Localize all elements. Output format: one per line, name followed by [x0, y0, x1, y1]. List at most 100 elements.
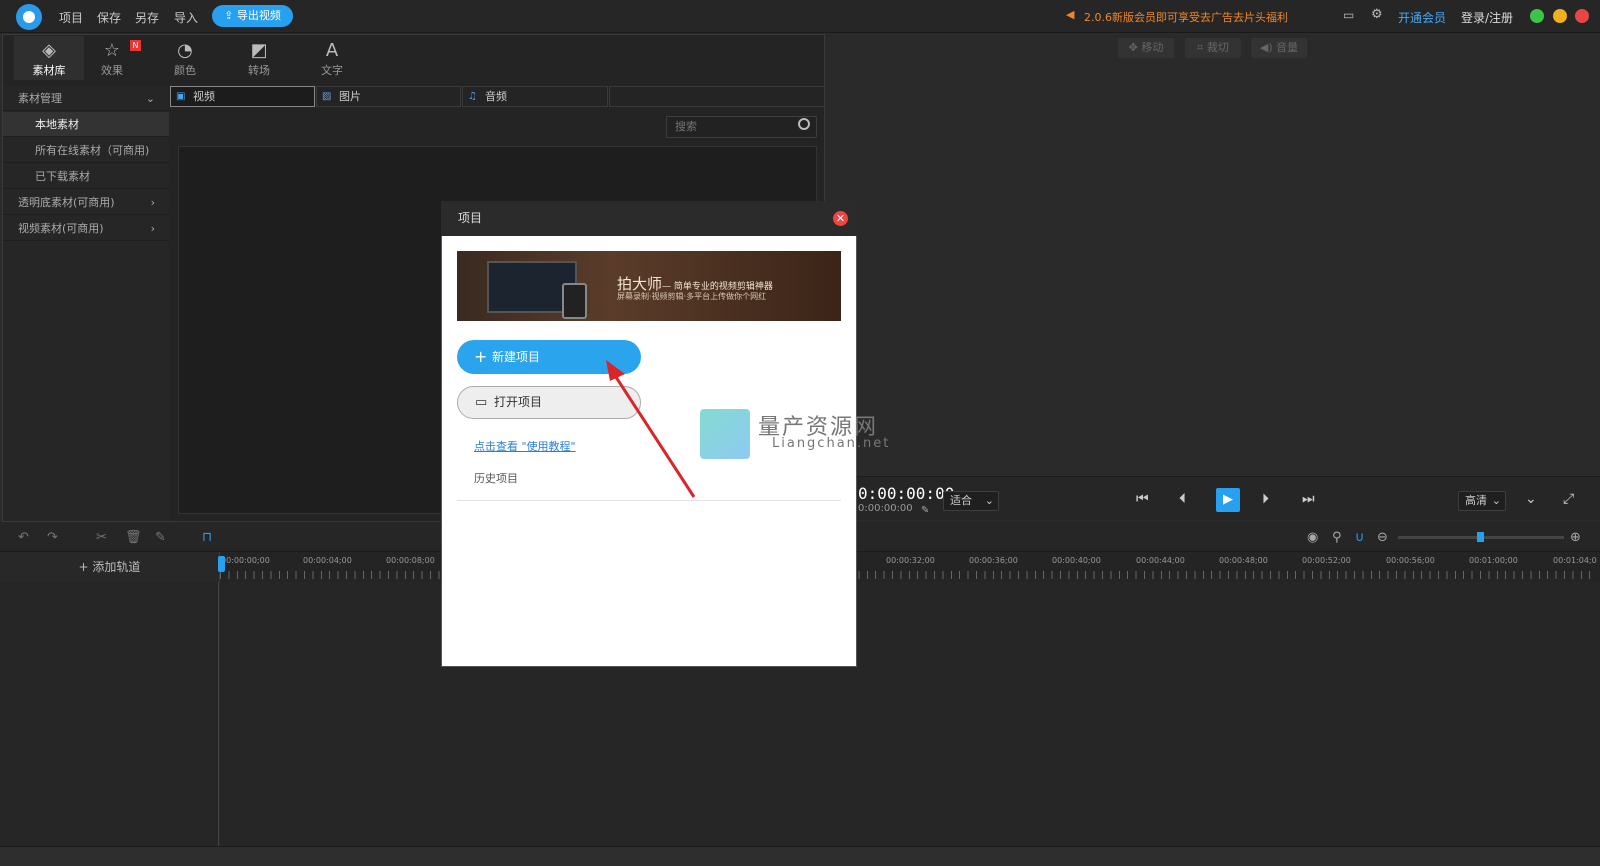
skip-end-icon[interactable]: ⏭ [1302, 491, 1315, 507]
plus-icon: + [474, 347, 488, 366]
move-button[interactable]: ✥ 移动 [1118, 38, 1174, 58]
image-icon: ▨ [322, 91, 332, 102]
minimize-button[interactable] [1553, 9, 1567, 23]
volume-icon: ◀) [1259, 41, 1277, 54]
edit-time-icon[interactable]: ✎ [921, 505, 929, 516]
vip-link[interactable]: 开通会员 [1398, 9, 1446, 26]
gear-icon[interactable]: ⚙ [1371, 7, 1383, 22]
add-track-button[interactable]: + 添加轨道 [0, 552, 220, 582]
chevron-right-icon: › [150, 222, 155, 235]
ruler-tick-label: 00:00:04;00 [303, 556, 352, 565]
step-back-icon[interactable]: ⏴ [1179, 491, 1186, 507]
category-local[interactable]: 本地素材 [3, 112, 169, 137]
ruler-tick-label: 00:00:44;00 [1136, 556, 1185, 565]
new-project-button[interactable]: + 新建项目 [457, 340, 641, 374]
tab-text[interactable]: A 文字 [304, 40, 360, 78]
ruler-tick-label: 00:01:04;0 [1553, 556, 1597, 565]
move-icon: ✥ [1128, 41, 1142, 54]
undo-icon[interactable]: ↶ [18, 530, 29, 545]
delete-icon[interactable]: 🗑 [125, 530, 142, 545]
skip-start-icon[interactable]: ⏮ [1136, 491, 1149, 507]
dialog-title: 项目 [441, 201, 857, 236]
screenshot-icon[interactable]: ◉ [1307, 530, 1318, 545]
volume-button[interactable]: ◀) 音量 [1251, 38, 1307, 58]
track-header-area [0, 582, 219, 846]
cut-icon[interactable]: ✂ [96, 530, 107, 545]
timeline-tracks [220, 582, 1600, 846]
promo-banner-text[interactable]: 2.0.6新版会员即可享受去广告去片头福利 [1084, 9, 1288, 25]
category-transparent[interactable]: 透明底素材(可商用) › [3, 190, 169, 215]
quality-select[interactable]: 高清 ⌄ [1458, 491, 1506, 511]
ruler-tick-label: 00:00:48;00 [1219, 556, 1268, 565]
music-icon: ♫ [468, 91, 477, 102]
category-video[interactable]: 视频素材(可商用) › [3, 216, 169, 241]
open-project-button[interactable]: ▭ 打开项目 [457, 386, 641, 419]
edit-icon[interactable]: ✎ [155, 530, 166, 545]
tab-color[interactable]: ◔ 颜色 [157, 40, 213, 78]
search-input[interactable] [666, 116, 817, 138]
ruler-tick-label: 00:00:56;00 [1386, 556, 1435, 565]
playhead[interactable] [218, 556, 225, 572]
dialog-close-button[interactable]: ✕ [833, 211, 848, 226]
tab-transition[interactable]: ◩ 转场 [231, 40, 287, 78]
fullscreen-icon[interactable]: ⤢ [1563, 491, 1574, 507]
step-forward-icon[interactable]: ⏵ [1262, 491, 1269, 507]
status-bar [0, 846, 1600, 866]
close-window-button[interactable] [1575, 9, 1589, 23]
text-icon: A [325, 40, 339, 61]
chevron-right-icon: › [150, 196, 155, 209]
library-icon: ◈ [42, 40, 56, 61]
folder-icon: ▭ [475, 395, 488, 410]
login-link[interactable]: 登录/注册 [1461, 9, 1513, 26]
media-tab-empty [609, 86, 825, 107]
crop-icon: ⌗ [1197, 41, 1207, 54]
chevron-down-icon: ⌄ [984, 494, 994, 507]
media-tab-video[interactable]: ▣ 视频 [170, 86, 315, 107]
ruler-ticks [220, 571, 1590, 579]
crop-button[interactable]: ⌗ 裁切 [1185, 38, 1241, 58]
collapse-icon[interactable]: ⌄ [1525, 491, 1537, 507]
zoom-slider-handle[interactable] [1477, 532, 1484, 542]
zoom-out-icon[interactable]: ⊖ [1377, 530, 1388, 545]
message-icon[interactable]: ▭ [1343, 8, 1354, 22]
menu-project[interactable]: 项目 [59, 9, 83, 26]
zoom-in-icon[interactable]: ⊕ [1570, 530, 1581, 545]
ruler-tick-label: 00:00:08;00 [386, 556, 435, 565]
ruler-tick-label: 00:00:52;00 [1302, 556, 1351, 565]
ruler-tick-label: 00:00:00;00 [221, 556, 270, 565]
history-label: 历史项目 [474, 472, 518, 485]
snap-icon[interactable]: ⊓ [202, 530, 212, 545]
ruler-tick-label: 00:00:32;00 [886, 556, 935, 565]
menu-save-as[interactable]: 另存 [135, 9, 159, 26]
ruler-tick-label: 00:01:00;00 [1469, 556, 1518, 565]
menu-import[interactable]: 导入 [174, 9, 198, 26]
tutorial-link[interactable]: 点击查看 "使用教程" [474, 438, 576, 454]
plus-icon: + [78, 560, 93, 574]
tab-library[interactable]: ◈ 素材库 [14, 36, 84, 80]
marker-icon[interactable]: ⚲ [1332, 530, 1342, 545]
refresh-icon[interactable] [1530, 9, 1544, 23]
timecode: 0:00:00:00 [858, 484, 955, 503]
chevron-down-icon: ⌄ [145, 92, 155, 105]
export-video-button[interactable]: ⇪ 导出视频 [212, 5, 293, 27]
redo-icon[interactable]: ↷ [47, 530, 58, 545]
timecode-sub: 0:00:00:00 [858, 503, 913, 514]
transition-icon: ◩ [250, 40, 268, 61]
search-icon[interactable] [798, 118, 810, 130]
watermark-url: Liangchan.net [772, 436, 891, 451]
magnet-icon[interactable]: ∪ [1355, 530, 1365, 545]
history-divider [457, 500, 841, 501]
video-icon: ▣ [176, 91, 186, 102]
play-button[interactable]: ▶ [1216, 488, 1240, 512]
category-downloaded[interactable]: 已下载素材 [3, 164, 169, 189]
media-tab-image[interactable]: ▨ 图片 [316, 86, 461, 107]
phone-graphic [562, 283, 587, 319]
fit-select[interactable]: 适合 ⌄ [943, 491, 999, 511]
media-tab-audio[interactable]: ♫ 音频 [462, 86, 608, 107]
ruler-tick-label: 00:00:40;00 [1052, 556, 1101, 565]
category-manage[interactable]: 素材管理 ⌄ [3, 86, 169, 111]
palette-icon: ◔ [177, 40, 193, 61]
menu-save[interactable]: 保存 [97, 9, 121, 26]
category-online[interactable]: 所有在线素材（可商用) [3, 138, 169, 163]
new-badge: N [130, 40, 141, 51]
